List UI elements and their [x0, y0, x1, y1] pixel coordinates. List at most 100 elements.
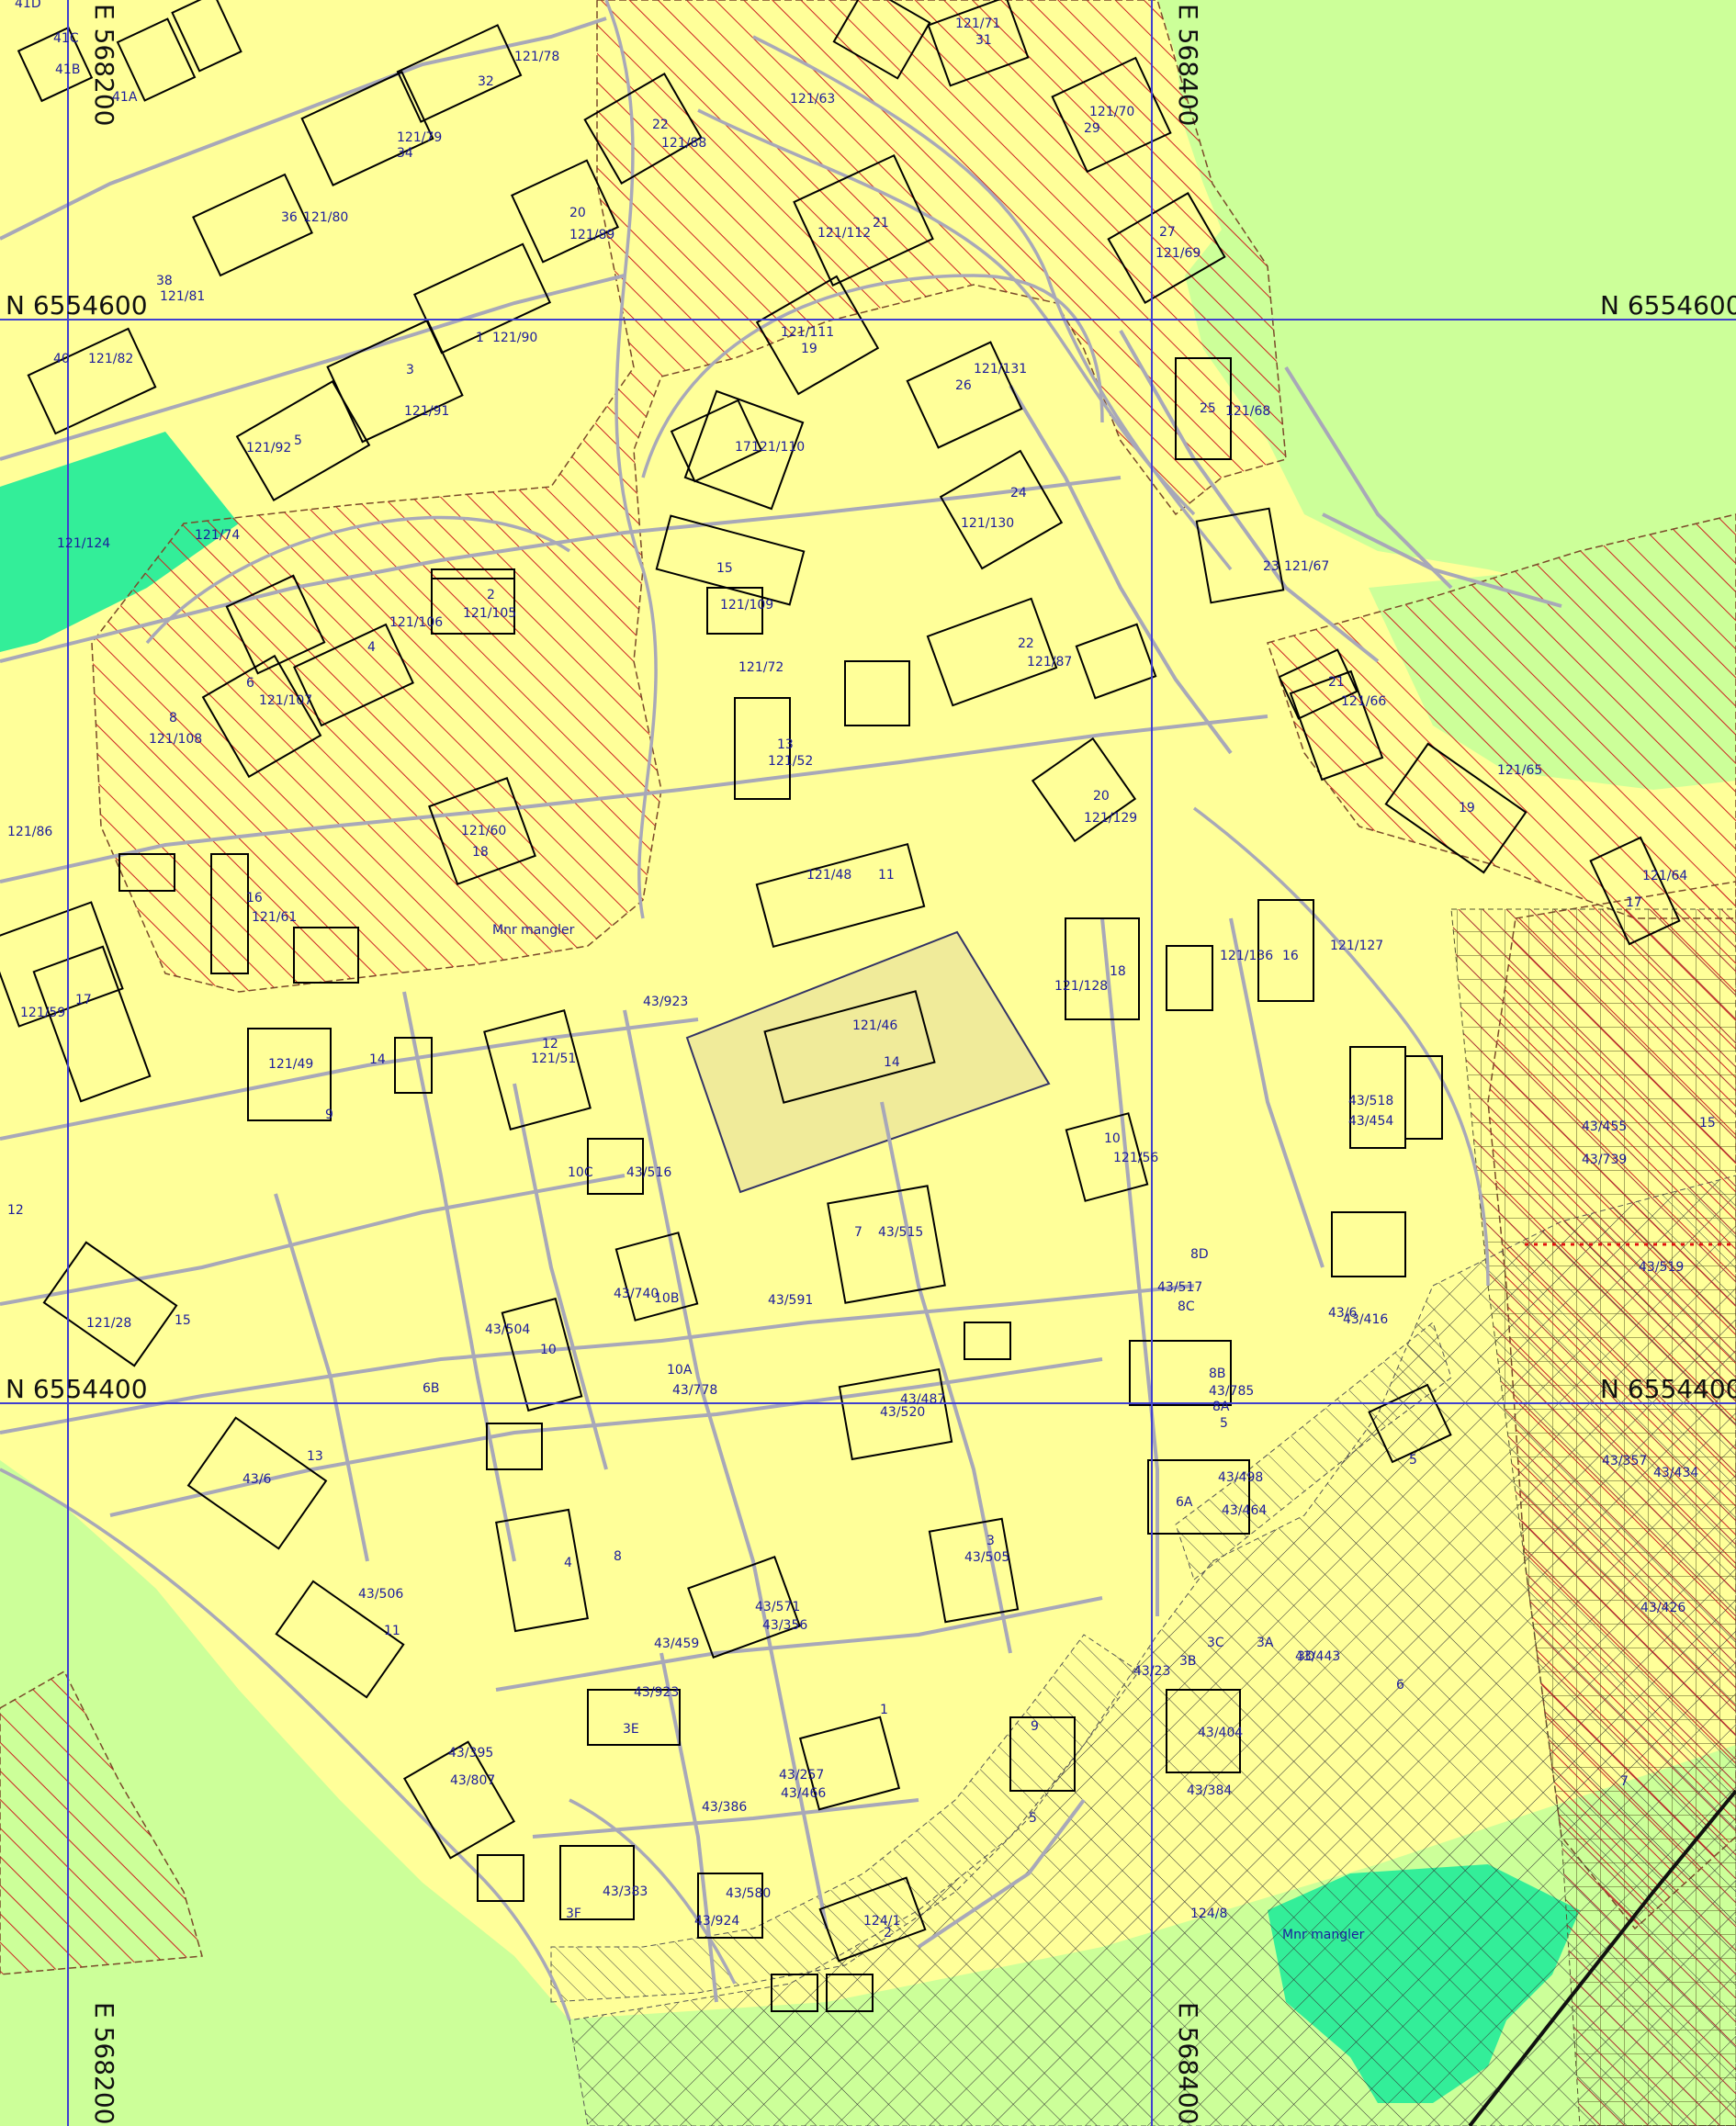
parcel-label: 121/51 — [531, 1052, 576, 1066]
parcel-label: 121/106 — [389, 615, 443, 630]
parcel-label: 121/56 — [1113, 1151, 1158, 1165]
parcel-label: 14 — [369, 1052, 386, 1067]
parcel-label: 6B — [423, 1381, 440, 1396]
parcel-label: 43/426 — [1640, 1601, 1685, 1615]
parcel-label: 18 — [1110, 964, 1126, 979]
parcel-label: 43/383 — [603, 1884, 648, 1899]
parcel-label: 121/49 — [268, 1057, 313, 1072]
parcel-label: 3A — [1257, 1636, 1274, 1650]
easting-label-top: E 568400 — [1173, 4, 1203, 126]
parcel-label: 43/571 — [755, 1600, 800, 1614]
parcel-label: 8B — [1209, 1367, 1226, 1381]
parcel-label: 2 — [884, 1926, 892, 1940]
parcel-label: 121/70 — [1089, 105, 1134, 119]
parcel-label: 31 — [975, 33, 992, 48]
parcel-label: 121/105 — [463, 606, 516, 621]
parcel-label: 3C — [1207, 1636, 1224, 1650]
parcel-label: 43/520 — [880, 1405, 925, 1420]
parcel-label: 43/785 — [1209, 1384, 1254, 1399]
parcel-label: 41A — [112, 90, 138, 105]
parcel-label: 121/46 — [852, 1018, 897, 1033]
parcel-label: 8A — [1212, 1400, 1230, 1414]
parcel-label: 7 — [1620, 1774, 1629, 1789]
parcel-label: 43/740 — [614, 1287, 659, 1301]
parcel-label: 43/518 — [1348, 1094, 1393, 1108]
parcel-label: 5 — [1029, 1811, 1037, 1826]
parcel-label: 121/69 — [1155, 246, 1201, 261]
parcel-label: 41D — [15, 0, 41, 11]
parcel-label: 43/517 — [1157, 1280, 1202, 1295]
parcel-label: 5 — [294, 433, 302, 448]
parcel-label: 20 — [1093, 789, 1110, 804]
parcel-label: 4 — [367, 640, 376, 655]
parcel-label: 10A — [667, 1363, 693, 1378]
parcel-label: 43/516 — [626, 1165, 671, 1180]
parcel-label: 10 — [540, 1343, 557, 1357]
parcel-label: 121/60 — [461, 824, 506, 838]
parcel-label: 121/131 — [974, 362, 1027, 377]
parcel-label: 41B — [55, 62, 80, 77]
parcel-label: 121/89 — [569, 228, 614, 242]
parcel-label: 43/384 — [1187, 1783, 1232, 1798]
parcel-label: 43/459 — [654, 1637, 699, 1651]
parcel-label: 121/86 — [7, 825, 52, 839]
parcel-label: 11 — [878, 868, 895, 883]
map-canvas[interactable]: N 6554600 N 6554600 N 6554400 N 6554400 … — [0, 0, 1736, 2126]
parcel-label: 3F — [566, 1907, 581, 1921]
parcel-label: 1 — [476, 331, 484, 345]
parcel-label: 43/455 — [1582, 1119, 1627, 1134]
parcel-label: 43/395 — [448, 1746, 493, 1760]
parcel-label: 121/87 — [1027, 655, 1072, 669]
parcel-label: 16 — [246, 891, 263, 906]
parcel-label: 8 — [169, 711, 177, 726]
parcel-label: 121/81 — [160, 289, 205, 304]
parcel-label: 43/807 — [450, 1773, 495, 1788]
parcel-label: 124/1 — [863, 1914, 900, 1929]
parcel-label: 12 — [542, 1037, 558, 1052]
parcel-label: 121/109 — [720, 598, 773, 613]
parcel-label: 43/505 — [964, 1550, 1009, 1565]
parcel-label: 43/23 — [1133, 1664, 1170, 1679]
parcel-label: 16 — [1282, 949, 1299, 963]
parcel-label: 121/112 — [817, 226, 871, 241]
parcel-label: 15 — [716, 561, 733, 576]
parcel-label: 6A — [1176, 1495, 1193, 1510]
parcel-label: 14 — [884, 1055, 900, 1070]
parcel-label: 43/924 — [694, 1914, 739, 1929]
parcel-label: 124/8 — [1190, 1907, 1227, 1921]
parcel-label: 10 — [1104, 1131, 1121, 1146]
parcel-label: 43/591 — [768, 1293, 813, 1308]
parcel-label: 121/74 — [195, 528, 240, 543]
parcel-label: 18 — [472, 845, 489, 860]
parcel-label: 3 — [986, 1534, 995, 1548]
parcel-label: 121/124 — [57, 536, 110, 551]
parcel-label: 2 — [487, 588, 495, 602]
northing-label-left: N 6554600 — [6, 290, 148, 321]
parcel-label: 43/923 — [643, 995, 688, 1009]
parcel-label: 121/48 — [806, 868, 851, 883]
parcel-label: 24 — [1010, 486, 1027, 501]
parcel-label: 121/67 — [1284, 559, 1329, 574]
parcel-label: 121/71 — [955, 17, 1000, 31]
parcel-label: 43/923 — [634, 1685, 679, 1700]
parcel-label: 15 — [1699, 1116, 1716, 1130]
parcel-label: 43/357 — [1602, 1454, 1647, 1468]
parcel-label: 34 — [397, 146, 413, 161]
parcel-label: 121/111 — [781, 325, 834, 340]
parcel-label: 121/90 — [492, 331, 537, 345]
parcel-label: 22 — [652, 118, 669, 132]
parcel-label: 9 — [1031, 1719, 1039, 1734]
parcel-label: 11 — [384, 1624, 400, 1638]
northing-label-left: N 6554400 — [6, 1374, 148, 1404]
parcel-label: 43/498 — [1218, 1470, 1263, 1485]
parcel-label: 29 — [1084, 121, 1100, 136]
parcel-label: 121/61 — [252, 910, 297, 925]
parcel-label: 43/778 — [672, 1383, 717, 1398]
parcel-label: Mnr mangler — [492, 923, 575, 938]
northing-label-right: N 6554600 — [1600, 290, 1736, 321]
parcel-label: 121/82 — [88, 352, 133, 366]
parcel-label: 121/68 — [1225, 404, 1270, 419]
parcel-label: 121/110 — [751, 440, 805, 455]
parcel-label: 3B — [1179, 1654, 1197, 1669]
parcel-label: 5 — [1220, 1416, 1228, 1431]
